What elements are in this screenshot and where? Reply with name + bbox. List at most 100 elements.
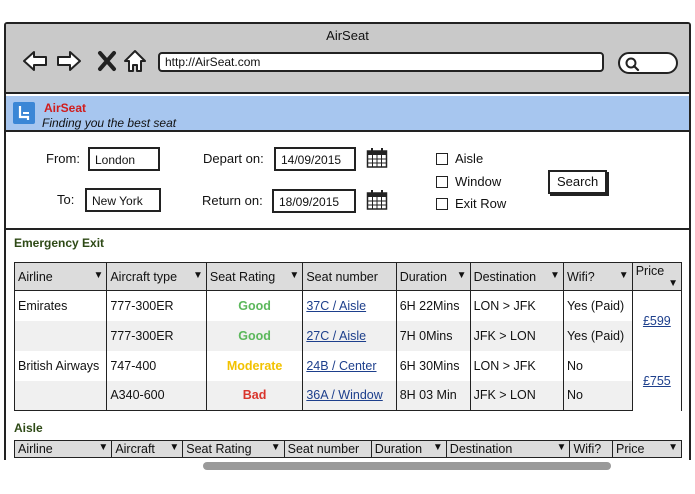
chevron-down-icon[interactable]: ▼ <box>93 270 103 281</box>
depart-label: Depart on: <box>203 151 264 166</box>
column-header-price[interactable]: Price ▼ <box>612 440 682 458</box>
chevron-down-icon[interactable]: ▼ <box>550 270 560 281</box>
aircraft-cell: 747-400 <box>106 350 207 381</box>
column-header-wifi[interactable]: Wifi? ▼ <box>562 262 633 291</box>
price-cell[interactable]: £599 <box>631 290 683 351</box>
section-title: Aisle <box>14 421 43 435</box>
chevron-down-icon[interactable]: ▼ <box>457 270 467 281</box>
brand-name[interactable]: AirSeat <box>44 101 86 115</box>
chevron-down-icon[interactable]: ▼ <box>169 442 179 453</box>
column-header-seat-rating[interactable]: Seat Rating ▼ <box>182 440 285 458</box>
table-row[interactable]: Emirates 777-300ER Good 37C / Aisle 6H 2… <box>13 290 683 351</box>
column-header-seat-rating[interactable]: Seat Rating ▼ <box>205 262 304 291</box>
wifi-cell: Yes (Paid) <box>562 320 633 351</box>
duration-cell: 6H 22Mins <box>395 290 471 321</box>
aircraft-cell: 777-300ER <box>106 290 207 321</box>
chevron-down-icon[interactable]: ▼ <box>557 442 567 453</box>
destination-cell: LON > JFK <box>469 350 564 381</box>
chevron-down-icon[interactable]: ▼ <box>668 442 678 453</box>
forward-arrow-icon[interactable] <box>56 48 82 74</box>
exit-row-option-label: Exit Row <box>455 196 507 211</box>
column-header-airline[interactable]: Airline ▼ <box>13 262 108 291</box>
close-icon[interactable] <box>94 48 120 74</box>
return-date-field[interactable]: 18/09/2015 <box>272 189 356 213</box>
from-label: From: <box>46 151 80 166</box>
seat-rating-cell: Bad <box>205 380 304 411</box>
table-row[interactable]: A340-600 Bad 36A / Window 8H 03 Min JFK … <box>13 380 682 411</box>
seat-number-link[interactable]: 37C / Aisle <box>306 299 366 313</box>
column-header-destination[interactable]: Destination ▼ <box>445 440 571 458</box>
airline-cell <box>13 320 108 351</box>
table-row[interactable]: British Airways 747-400 Moderate 24B / C… <box>13 350 683 411</box>
brand-header: AirSeat Finding you the best seat <box>6 96 689 132</box>
depart-date-field[interactable]: 14/09/2015 <box>274 147 356 171</box>
seat-number-cell[interactable]: 24B / Center <box>302 350 397 381</box>
seat-rating-cell: Good <box>205 290 304 321</box>
window-title: AirSeat <box>326 28 369 43</box>
chevron-down-icon[interactable]: ▼ <box>289 270 299 281</box>
browser-search-field[interactable] <box>618 52 678 74</box>
back-arrow-icon[interactable] <box>22 48 48 74</box>
to-field[interactable]: New York <box>85 188 161 212</box>
table-row[interactable]: 777-300ER Good 27C / Aisle 7H 0Mins JFK … <box>13 320 682 351</box>
calendar-icon[interactable] <box>366 189 388 211</box>
chevron-down-icon[interactable]: ▼ <box>619 270 629 281</box>
seat-number-cell[interactable]: 27C / Aisle <box>302 320 397 351</box>
column-header-duration[interactable]: Duration ▼ <box>370 440 447 458</box>
aircraft-cell: 777-300ER <box>106 320 207 351</box>
seat-number-cell[interactable]: 37C / Aisle <box>302 290 397 321</box>
price-link[interactable]: £755 <box>643 374 671 388</box>
column-header-destination[interactable]: Destination ▼ <box>469 262 564 291</box>
exit-row-checkbox[interactable] <box>436 198 448 210</box>
airline-cell: Emirates <box>13 290 108 321</box>
airline-cell <box>13 380 108 411</box>
price-cell[interactable]: £755 <box>631 350 683 411</box>
seat-number-link[interactable]: 24B / Center <box>306 359 376 373</box>
column-header-wifi[interactable]: Wifi? <box>569 440 614 458</box>
column-header-seat-number[interactable]: Seat number <box>302 262 397 291</box>
address-bar[interactable]: http://AirSeat.com <box>158 52 604 72</box>
to-label: To: <box>57 192 75 207</box>
search-icon <box>625 57 640 72</box>
seat-icon[interactable] <box>13 102 35 124</box>
destination-cell: LON > JFK <box>469 290 564 321</box>
results-table: Airline ▼ Aircraft ▼ Seat Rating ▼ Seat num… <box>13 440 682 458</box>
chevron-down-icon[interactable]: ▼ <box>433 442 443 453</box>
wifi-cell: No <box>562 350 633 381</box>
column-header-price[interactable]: Price ▼ <box>631 262 683 291</box>
column-header-aircraft[interactable]: Aircraft ▼ <box>111 440 184 458</box>
airline-cell: British Airways <box>13 350 108 381</box>
aisle-checkbox[interactable] <box>436 153 448 165</box>
wifi-cell: No <box>562 380 633 411</box>
results-table: Airline ▼ Aircraft type ▼ Seat Rating ▼ Sea… <box>13 262 683 411</box>
column-header-duration[interactable]: Duration ▼ <box>395 262 471 291</box>
home-icon[interactable] <box>122 48 148 74</box>
price-link[interactable]: £599 <box>643 314 671 328</box>
chevron-down-icon[interactable]: ▼ <box>271 442 281 453</box>
aisle-option-label: Aisle <box>455 151 484 166</box>
browser-window: AirSeat http://AirSeat.com AirSeat Findi… <box>4 22 691 466</box>
window-checkbox[interactable] <box>436 176 448 188</box>
window-option-label: Window <box>455 174 502 189</box>
from-field[interactable]: London <box>88 147 160 171</box>
brand-tagline: Finding you the best seat <box>42 116 177 130</box>
scrollbar-thumb[interactable] <box>203 462 611 470</box>
duration-cell: 8H 03 Min <box>395 380 471 411</box>
seat-rating-cell: Moderate <box>205 350 304 381</box>
chevron-down-icon[interactable]: ▼ <box>98 442 108 453</box>
destination-cell: JFK > LON <box>469 380 564 411</box>
chevron-down-icon[interactable]: ▼ <box>193 270 203 281</box>
seat-number-cell[interactable]: 36A / Window <box>302 380 397 411</box>
chevron-down-icon[interactable]: ▼ <box>668 278 678 289</box>
duration-cell: 7H 0Mins <box>395 320 471 351</box>
wifi-cell: Yes (Paid) <box>562 290 633 321</box>
calendar-icon[interactable] <box>366 147 388 169</box>
seat-number-link[interactable]: 36A / Window <box>306 388 382 402</box>
return-label: Return on: <box>202 193 263 208</box>
seat-number-link[interactable]: 27C / Aisle <box>306 329 366 343</box>
aircraft-cell: A340-600 <box>106 380 207 411</box>
column-header-seat-number[interactable]: Seat number <box>283 440 372 458</box>
column-header-airline[interactable]: Airline ▼ <box>13 440 113 458</box>
column-header-aircraft[interactable]: Aircraft type ▼ <box>106 262 207 291</box>
search-button[interactable]: Search <box>548 170 608 194</box>
